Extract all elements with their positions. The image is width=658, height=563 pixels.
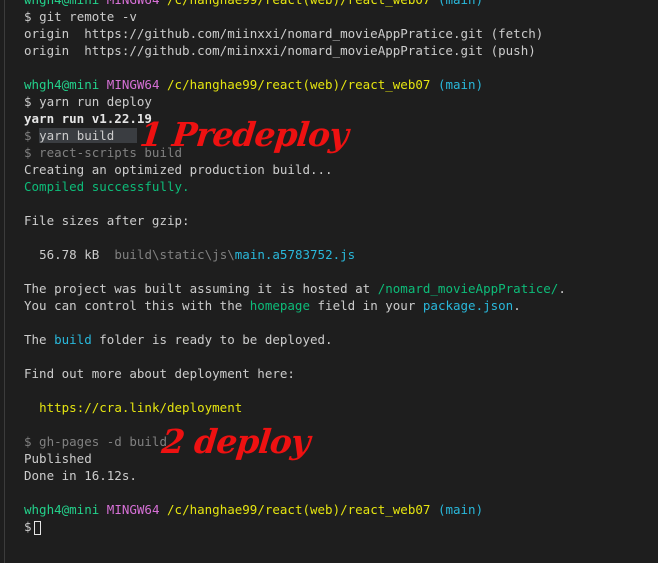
remote-fetch-line: origin https://github.com/miinxxi/nomard… (24, 26, 544, 41)
prompt-user: whgh4@mini (24, 502, 100, 517)
prompt-symbol: $ (24, 9, 32, 24)
command-line: $ git remote -v (24, 8, 658, 25)
gh-pages-line: $ gh-pages -d build (24, 434, 167, 449)
control-mid: field in your (310, 298, 423, 313)
command-line: $ yarn run deploy (24, 93, 658, 110)
prompt-path: /c/hanghae99/react(web)/react_web07 (167, 0, 430, 7)
prompt-symbol: $ (24, 519, 32, 534)
hosted-line: The project was built assuming it is hos… (24, 280, 658, 297)
control-suffix: . (513, 298, 521, 313)
remote-push-line: origin https://github.com/miinxxi/nomard… (24, 43, 536, 58)
hosted-suffix: . (558, 281, 566, 296)
prompt-branch: (main) (437, 502, 484, 517)
prompt-branch: (main) (438, 0, 483, 7)
annotation-predeploy: 1 Predeploy (137, 115, 350, 154)
prompt-symbol: $ (24, 94, 32, 109)
command-text: git remote -v (39, 9, 137, 24)
prompt-line: whgh4@mini MINGW64 /c/hanghae99/react(we… (24, 76, 658, 93)
command-text: yarn run deploy (39, 94, 152, 109)
prompt-env: MINGW64 (106, 77, 160, 92)
input-line[interactable]: $ (24, 518, 658, 535)
prompt-path: /c/hanghae99/react(web)/react_web07 (167, 502, 431, 517)
prompt-branch: (main) (437, 77, 484, 92)
deploy-link[interactable]: https://cra.link/deployment (39, 400, 242, 415)
find-out-line: Find out more about deployment here: (24, 366, 295, 381)
file-sizes-line: File sizes after gzip: (24, 213, 190, 228)
deploy-link-row: https://cra.link/deployment (24, 399, 658, 416)
prompt-line: whgh4@mini MINGW64 /c/hanghae99/react(we… (24, 501, 658, 518)
terminal-cursor[interactable] (33, 520, 41, 535)
hosted-path: /nomard_movieAppPratice/ (377, 281, 559, 296)
prompt-user: whgh4@mini (24, 0, 99, 7)
annotation-deploy: 2 deploy (159, 422, 312, 461)
file-name: main.a5783752.js (234, 247, 356, 262)
terminal-output[interactable]: whgh4@mini MINGW64 /c/hanghae99/react(we… (24, 0, 658, 535)
published-line: Published (24, 451, 92, 466)
compiled-line: Compiled successfully. (24, 179, 190, 194)
package-json-keyword: package.json (422, 298, 514, 313)
creating-build-line: Creating an optimized production build..… (24, 162, 333, 177)
ready-line: The build folder is ready to be deployed… (24, 331, 658, 348)
control-line: You can control this with the homepage f… (24, 297, 658, 314)
prompt-line: whgh4@mini MINGW64 /c/hanghae99/react(we… (24, 0, 658, 8)
file-size-row: 56.78 kB build\static\js\main.a5783752.j… (24, 246, 658, 263)
hosted-prefix: The project was built assuming it is hos… (24, 281, 378, 296)
homepage-keyword: homepage (249, 298, 310, 313)
done-line: Done in 16.12s. (24, 468, 137, 483)
prompt-path: /c/hanghae99/react(web)/react_web07 (167, 77, 431, 92)
prompt-symbol: $ (24, 128, 32, 143)
terminal-left-border (4, 0, 5, 563)
prompt-user: whgh4@mini (24, 77, 100, 92)
selected-command-text: yarn build (39, 128, 115, 143)
file-dir: build\static\js\ (114, 247, 235, 262)
ready-suffix: folder is ready to be deployed. (91, 332, 333, 347)
prompt-env: MINGW64 (107, 0, 160, 7)
prompt-env: MINGW64 (106, 502, 160, 517)
build-keyword: build (54, 332, 92, 347)
ready-prefix: The (24, 332, 55, 347)
control-prefix: You can control this with the (24, 298, 250, 313)
file-size: 56.78 kB (39, 247, 100, 262)
